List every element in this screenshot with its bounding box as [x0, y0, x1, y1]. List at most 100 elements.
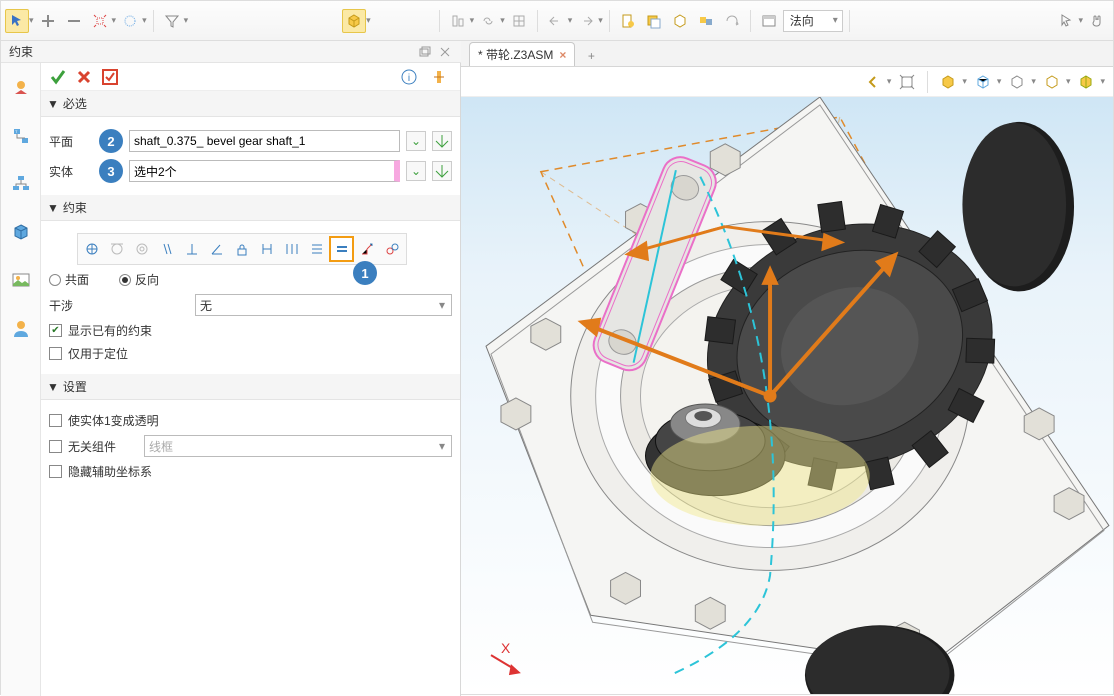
left-rail: T — [1, 63, 41, 696]
constraint-distance-icon[interactable] — [254, 236, 279, 262]
dropdown-arrow-icon[interactable]: ▾ — [1031, 76, 1036, 87]
doc-layers-icon[interactable] — [642, 9, 666, 33]
filter-icon[interactable] — [160, 9, 184, 33]
constraint-gear-icon[interactable] — [379, 236, 404, 262]
constraint-frame-icon[interactable] — [354, 236, 379, 262]
edge-mode-icon[interactable] — [971, 70, 995, 94]
rail-tree-icon[interactable] — [8, 171, 34, 197]
rail-topology-icon[interactable]: T — [8, 123, 34, 149]
solid-dropdown-button[interactable]: ⌄ — [406, 161, 426, 181]
shade-mode-icon[interactable] — [936, 70, 960, 94]
section-required-body: 平面 2 ⌄ 实体 3 ⌄ — [41, 117, 460, 195]
dropdown-arrow-icon[interactable]: ▾ — [598, 15, 603, 26]
document-tabbar: * 带轮.Z3ASM × + — [461, 41, 1113, 67]
group-icon[interactable] — [694, 9, 718, 33]
constraint-midplane-icon[interactable] — [279, 236, 304, 262]
hide-aux-checkbox[interactable] — [49, 465, 62, 478]
cursor-select-tool[interactable] — [5, 9, 29, 33]
section-required-title: 必选 — [63, 95, 87, 112]
chain-tool-icon[interactable] — [476, 9, 500, 33]
dropdown-arrow-icon[interactable]: ▾ — [29, 15, 34, 26]
plane-dropdown-button[interactable]: ⌄ — [406, 131, 426, 151]
dropdown-arrow-icon[interactable]: ▾ — [500, 15, 505, 26]
constraint-lock-icon[interactable] — [230, 236, 255, 262]
remove-tool[interactable] — [62, 9, 86, 33]
tab-add-button[interactable]: + — [581, 46, 601, 66]
info-icon[interactable]: i — [396, 65, 422, 89]
constraint-angle-icon[interactable] — [205, 236, 230, 262]
viewport-3d[interactable]: X — [461, 97, 1113, 694]
constraint-concentric-icon[interactable] — [130, 236, 155, 262]
view-toolbar: ▾ ▾ ▾ ▾ ▾ ▾ — [461, 67, 1113, 97]
svg-text:i: i — [408, 73, 410, 84]
section-settings-header[interactable]: ▼ 设置 — [41, 374, 460, 400]
box-icon[interactable] — [668, 9, 692, 33]
apply-button[interactable] — [45, 65, 71, 89]
dropdown-arrow-icon[interactable]: ▾ — [470, 15, 475, 26]
dropdown-arrow-icon[interactable]: ▾ — [112, 15, 117, 26]
redo-icon[interactable] — [574, 9, 598, 33]
constraint-symmetric-icon[interactable] — [304, 236, 329, 262]
constraint-tangent-icon[interactable] — [105, 236, 130, 262]
dropdown-arrow-icon[interactable]: ▾ — [142, 15, 147, 26]
refresh-icon[interactable] — [720, 9, 744, 33]
rail-image-icon[interactable] — [8, 267, 34, 293]
constraint-parallel-icon[interactable] — [155, 236, 180, 262]
solid-pick-button[interactable] — [432, 161, 452, 181]
section-constraint-header[interactable]: ▼ 约束 — [41, 195, 460, 221]
dropdown-arrow-icon[interactable]: ▾ — [997, 76, 1002, 87]
make-transparent-checkbox[interactable] — [49, 414, 62, 427]
rail-assembly-icon[interactable] — [8, 75, 34, 101]
section-view-icon[interactable] — [1074, 70, 1098, 94]
hidden-mode-icon[interactable] — [1040, 70, 1064, 94]
document-tab[interactable]: * 带轮.Z3ASM × — [469, 42, 575, 66]
dropdown-arrow-icon[interactable]: ▾ — [184, 15, 189, 26]
rail-user-icon[interactable] — [8, 315, 34, 341]
apply-next-button[interactable] — [97, 65, 123, 89]
cursor-icon[interactable] — [1054, 9, 1078, 33]
undo-icon[interactable] — [544, 9, 568, 33]
doc-properties-icon[interactable] — [616, 9, 640, 33]
view-all-icon[interactable] — [895, 70, 919, 94]
plane-input[interactable] — [129, 130, 400, 152]
panel-close-icon[interactable] — [437, 45, 453, 59]
align-tool-icon[interactable] — [446, 9, 470, 33]
lasso-tool-icon[interactable] — [118, 9, 142, 33]
hand-pan-icon[interactable] — [1085, 9, 1109, 33]
rail-box-icon[interactable] — [8, 219, 34, 245]
coplanar-radio[interactable]: 共面 — [49, 271, 89, 288]
dropdown-arrow-icon[interactable]: ▾ — [962, 76, 967, 87]
positioning-only-checkbox[interactable] — [49, 347, 62, 360]
plane-label: 平面 — [49, 133, 93, 150]
panel-restore-icon[interactable] — [417, 45, 433, 59]
interference-combo[interactable]: 无 — [195, 294, 452, 316]
dropdown-arrow-icon[interactable]: ▾ — [366, 15, 371, 26]
expand-icon[interactable] — [426, 65, 452, 89]
section-required-header[interactable]: ▼ 必选 — [41, 91, 460, 117]
dropdown-arrow-icon[interactable]: ▾ — [1100, 76, 1105, 87]
wireframe-mode-icon[interactable] — [1005, 70, 1029, 94]
plane-pick-button[interactable] — [432, 131, 452, 151]
unrelated-checkbox[interactable] — [49, 440, 62, 453]
expand-selection-icon[interactable] — [88, 9, 112, 33]
constraint-coincident-icon[interactable] — [80, 236, 105, 262]
solid-input[interactable] — [129, 160, 400, 182]
dropdown-arrow-icon[interactable]: ▾ — [1066, 76, 1071, 87]
constraint-coplanar-icon[interactable] — [329, 236, 354, 262]
add-tool[interactable] — [36, 9, 60, 33]
grid-tool-icon[interactable] — [507, 9, 531, 33]
show-existing-checkbox[interactable] — [49, 324, 62, 337]
tab-close-icon[interactable]: × — [559, 48, 566, 62]
back-view-icon[interactable] — [861, 70, 885, 94]
dropdown-arrow-icon[interactable]: ▾ — [1078, 15, 1083, 26]
reverse-radio[interactable]: 反向 — [119, 271, 159, 288]
constraint-perpendicular-icon[interactable] — [180, 236, 205, 262]
cancel-button[interactable] — [71, 65, 97, 89]
dropdown-arrow-icon[interactable]: ▾ — [568, 15, 573, 26]
dropdown-arrow-icon[interactable]: ▾ — [887, 76, 892, 87]
window-icon[interactable] — [757, 9, 781, 33]
unrelated-combo[interactable]: 线框 — [144, 435, 452, 457]
cube-view-icon[interactable] — [342, 9, 366, 33]
view-direction-combo[interactable]: 法向 — [783, 10, 843, 32]
interference-label: 干涉 — [49, 297, 93, 314]
